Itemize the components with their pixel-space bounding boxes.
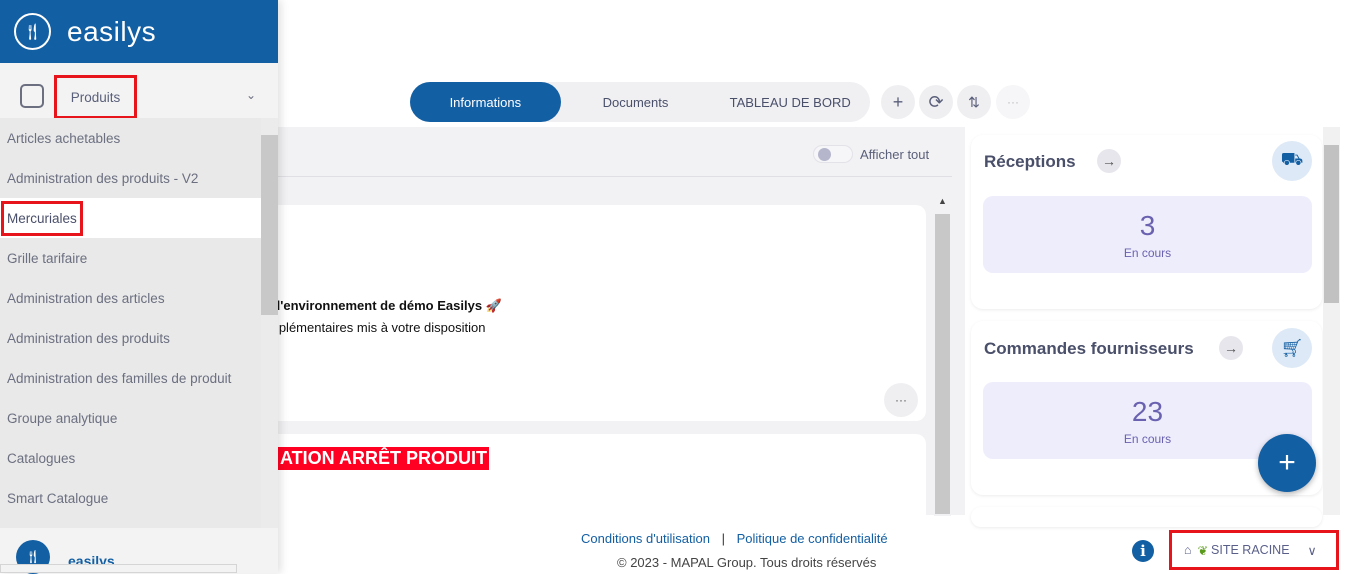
status-bar-url bbox=[0, 564, 237, 573]
chevron-down-icon: ∨ bbox=[1307, 543, 1317, 558]
stat-label: En cours bbox=[1123, 246, 1172, 260]
sidebar-item-admin-produits-v2[interactable]: Administration des produits - V2 bbox=[0, 158, 261, 198]
alert-title: ATION ARRÊT PRODUIT bbox=[278, 447, 489, 470]
sidebar-item-mercuriales[interactable]: Mercuriales bbox=[0, 198, 261, 238]
widget-title: Commandes fournisseurs bbox=[984, 339, 1194, 358]
news-card: r l'environnement de démo Easilys 🚀 mplé… bbox=[260, 205, 926, 421]
sidebar-item-label: Mercuriales bbox=[1, 200, 83, 236]
cart-icon[interactable]: 🛒︎ bbox=[1272, 328, 1312, 368]
info-icon[interactable]: i bbox=[1132, 540, 1154, 562]
card-more-button[interactable]: ··· bbox=[884, 383, 918, 417]
tab-tableau-de-bord[interactable]: TABLEAU DE BORD bbox=[710, 82, 870, 122]
shopping-bag-icon bbox=[20, 84, 44, 108]
news-scrollbar[interactable]: ▲ bbox=[934, 196, 951, 516]
more-button[interactable]: ··· bbox=[996, 85, 1030, 119]
add-button[interactable]: + bbox=[881, 85, 915, 119]
sidebar-item-groupe-analytique[interactable]: Groupe analytique bbox=[0, 398, 261, 438]
tab-documents[interactable]: Documents bbox=[561, 82, 711, 122]
fab-add-button[interactable]: + bbox=[1258, 434, 1316, 492]
brand-name: easilys bbox=[67, 15, 157, 47]
sidebar-scroll-thumb[interactable] bbox=[261, 135, 278, 315]
widget-title: Réceptions bbox=[984, 152, 1076, 171]
terms-link[interactable]: Conditions d'utilisation bbox=[581, 531, 710, 546]
arrow-right-icon[interactable]: → bbox=[1219, 336, 1243, 360]
news-line: mplémentaires mis à votre disposition bbox=[268, 320, 486, 335]
news-card: ATION ARRÊT PRODUIT bbox=[260, 434, 926, 524]
sidebar-item-grille-tarifaire[interactable]: Grille tarifaire bbox=[0, 238, 261, 278]
stat-value: 23 bbox=[1131, 396, 1164, 427]
privacy-link[interactable]: Politique de confidentialité bbox=[737, 531, 888, 546]
arrow-right-icon[interactable]: → bbox=[1097, 149, 1121, 173]
swap-button[interactable]: ⇅ bbox=[957, 85, 991, 119]
tab-bar: Informations Documents TABLEAU DE BORD bbox=[410, 82, 870, 122]
afficher-tout-toggle[interactable] bbox=[813, 145, 853, 163]
divider bbox=[260, 176, 952, 177]
sidebar-item-articles-achetables[interactable]: Articles achetables bbox=[0, 118, 261, 158]
refresh-button[interactable]: ⟳ bbox=[919, 85, 953, 119]
widget-receptions: Réceptions → ⛟ 3 En cours bbox=[971, 135, 1322, 309]
site-selector[interactable]: ⌂ ❦ SITE RACINE ∨ bbox=[1169, 530, 1339, 570]
site-label: SITE RACINE bbox=[1211, 543, 1290, 557]
sidebar-menu: Articles achetables Administration des p… bbox=[0, 118, 261, 528]
separator: | bbox=[721, 531, 725, 546]
sidebar-item-catalogues[interactable]: Catalogues bbox=[0, 438, 261, 478]
news-title: r l'environnement de démo Easilys 🚀 bbox=[268, 298, 502, 313]
sidebar-item-smart-catalogue[interactable]: Smart Catalogue bbox=[0, 478, 261, 518]
stat-box[interactable]: 3 En cours bbox=[983, 196, 1312, 273]
tab-informations[interactable]: Informations bbox=[410, 82, 561, 122]
chevron-down-icon[interactable]: ⌄ bbox=[246, 88, 256, 102]
easilys-logo-icon: 🍴︎ bbox=[14, 13, 51, 50]
brand-header: 🍴︎ easilys bbox=[0, 0, 278, 63]
footer-links: Conditions d'utilisation | Politique de … bbox=[581, 531, 888, 546]
sidebar-item-admin-produits[interactable]: Administration des produits bbox=[0, 318, 261, 358]
stat-label: En cours bbox=[1123, 432, 1172, 446]
widget-next bbox=[971, 507, 1322, 527]
home-icon: ⌂ bbox=[1184, 543, 1192, 557]
widgets-scrollbar[interactable] bbox=[1323, 127, 1340, 515]
sidebar-item-admin-familles[interactable]: Administration des familles de produit bbox=[0, 358, 261, 398]
toggle-label: Afficher tout bbox=[860, 147, 930, 162]
copyright: © 2023 - MAPAL Group. Tous droits réserv… bbox=[617, 555, 877, 570]
sprout-icon: ❦ bbox=[1197, 543, 1209, 558]
sidebar-item-admin-articles[interactable]: Administration des articles bbox=[0, 278, 261, 318]
sidebar-section-produits[interactable]: Produits bbox=[54, 75, 137, 119]
hand-truck-icon[interactable]: ⛟ bbox=[1272, 141, 1312, 181]
stat-value: 3 bbox=[1139, 210, 1156, 241]
